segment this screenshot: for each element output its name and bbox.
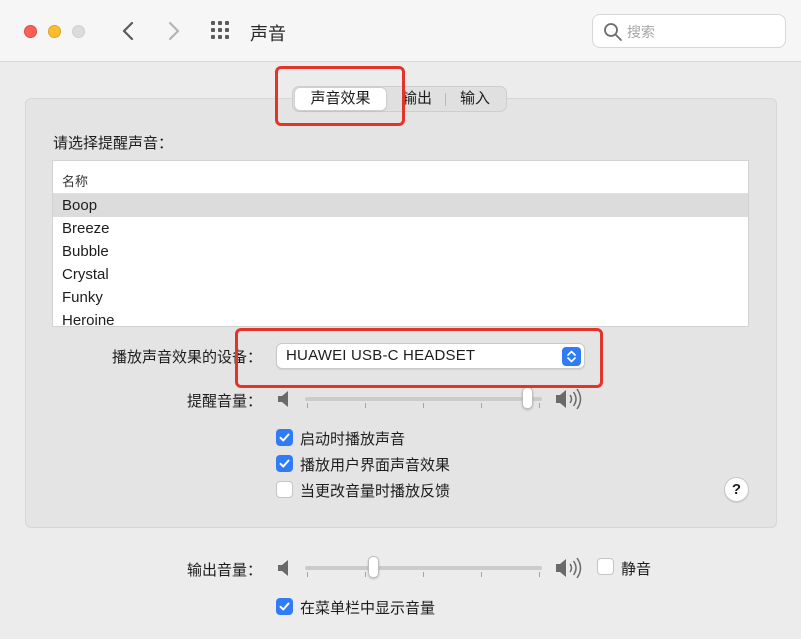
speaker-high-icon — [556, 388, 582, 410]
slider-tick — [539, 572, 540, 577]
volume-feedback-checkbox[interactable] — [276, 481, 293, 498]
help-button[interactable]: ? — [724, 477, 749, 502]
back-button[interactable] — [116, 18, 142, 44]
alert-volume-label: 提醒音量： — [186, 393, 262, 410]
slider-tick — [307, 403, 308, 408]
list-item[interactable]: Boop — [53, 194, 748, 217]
slider-tick — [423, 572, 424, 577]
slider-tick — [365, 403, 366, 408]
highlight-sound-effects-tab — [275, 66, 405, 126]
close-window-button[interactable] — [24, 25, 37, 38]
show-all-button[interactable] — [210, 20, 234, 42]
list-item[interactable]: Breeze — [53, 217, 748, 240]
mute-label: 静音 — [621, 561, 652, 578]
slider-tick — [423, 403, 424, 408]
chevron-left-icon — [122, 21, 134, 41]
volume-feedback-label: 当更改音量时播放反馈 — [300, 483, 451, 500]
slider-tick — [481, 403, 482, 408]
list-item[interactable]: Bubble — [53, 240, 748, 263]
slider-thumb[interactable] — [522, 387, 533, 409]
slider-tick — [539, 403, 540, 408]
output-volume-slider[interactable] — [305, 556, 542, 580]
speaker-low-icon — [278, 560, 288, 576]
speaker-high-icon — [556, 557, 582, 579]
checkmark-icon — [279, 602, 290, 611]
alert-sound-label: 请选择提醒声音： — [53, 135, 174, 152]
ui-sound-effects-label: 播放用户界面声音效果 — [300, 457, 451, 474]
tab-divider — [445, 93, 446, 106]
highlight-device-select — [235, 328, 603, 388]
tab-input[interactable]: 输入 — [451, 87, 499, 111]
grid-icon — [211, 21, 229, 39]
slider-tick — [307, 572, 308, 577]
column-header-name[interactable]: 名称 — [62, 171, 88, 190]
search-icon — [604, 23, 622, 41]
slider-track — [305, 397, 542, 401]
zoom-window-button[interactable] — [72, 25, 85, 38]
forward-button[interactable] — [160, 18, 186, 44]
title-bar: 声音 — [0, 0, 801, 62]
list-item[interactable]: Crystal — [53, 263, 748, 286]
startup-sound-checkbox[interactable] — [276, 429, 293, 446]
mute-checkbox[interactable] — [597, 558, 614, 575]
alert-volume-slider[interactable] — [305, 387, 542, 411]
window-title: 声音 — [250, 24, 286, 44]
search-input[interactable] — [627, 21, 777, 43]
ui-sound-effects-checkbox[interactable] — [276, 455, 293, 472]
alert-sound-list[interactable]: 名称 Boop Breeze Bubble Crystal Funky Hero… — [52, 160, 749, 327]
slider-track — [305, 566, 542, 570]
show-volume-menubar-label: 在菜单栏中显示音量 — [300, 600, 436, 617]
show-volume-menubar-checkbox[interactable] — [276, 598, 293, 615]
checkmark-icon — [279, 433, 290, 442]
slider-thumb[interactable] — [368, 556, 379, 578]
minimize-window-button[interactable] — [48, 25, 61, 38]
list-header: 名称 — [53, 161, 748, 194]
slider-tick — [365, 572, 366, 577]
list-item[interactable]: Funky — [53, 286, 748, 309]
startup-sound-label: 启动时播放声音 — [300, 431, 406, 448]
checkmark-icon — [279, 459, 290, 468]
search-field[interactable] — [592, 14, 786, 48]
output-volume-label: 输出音量： — [186, 562, 262, 579]
chevron-right-icon — [168, 21, 180, 41]
list-item[interactable]: Heroine — [53, 309, 748, 326]
slider-tick — [481, 572, 482, 577]
speaker-low-icon — [278, 391, 288, 407]
